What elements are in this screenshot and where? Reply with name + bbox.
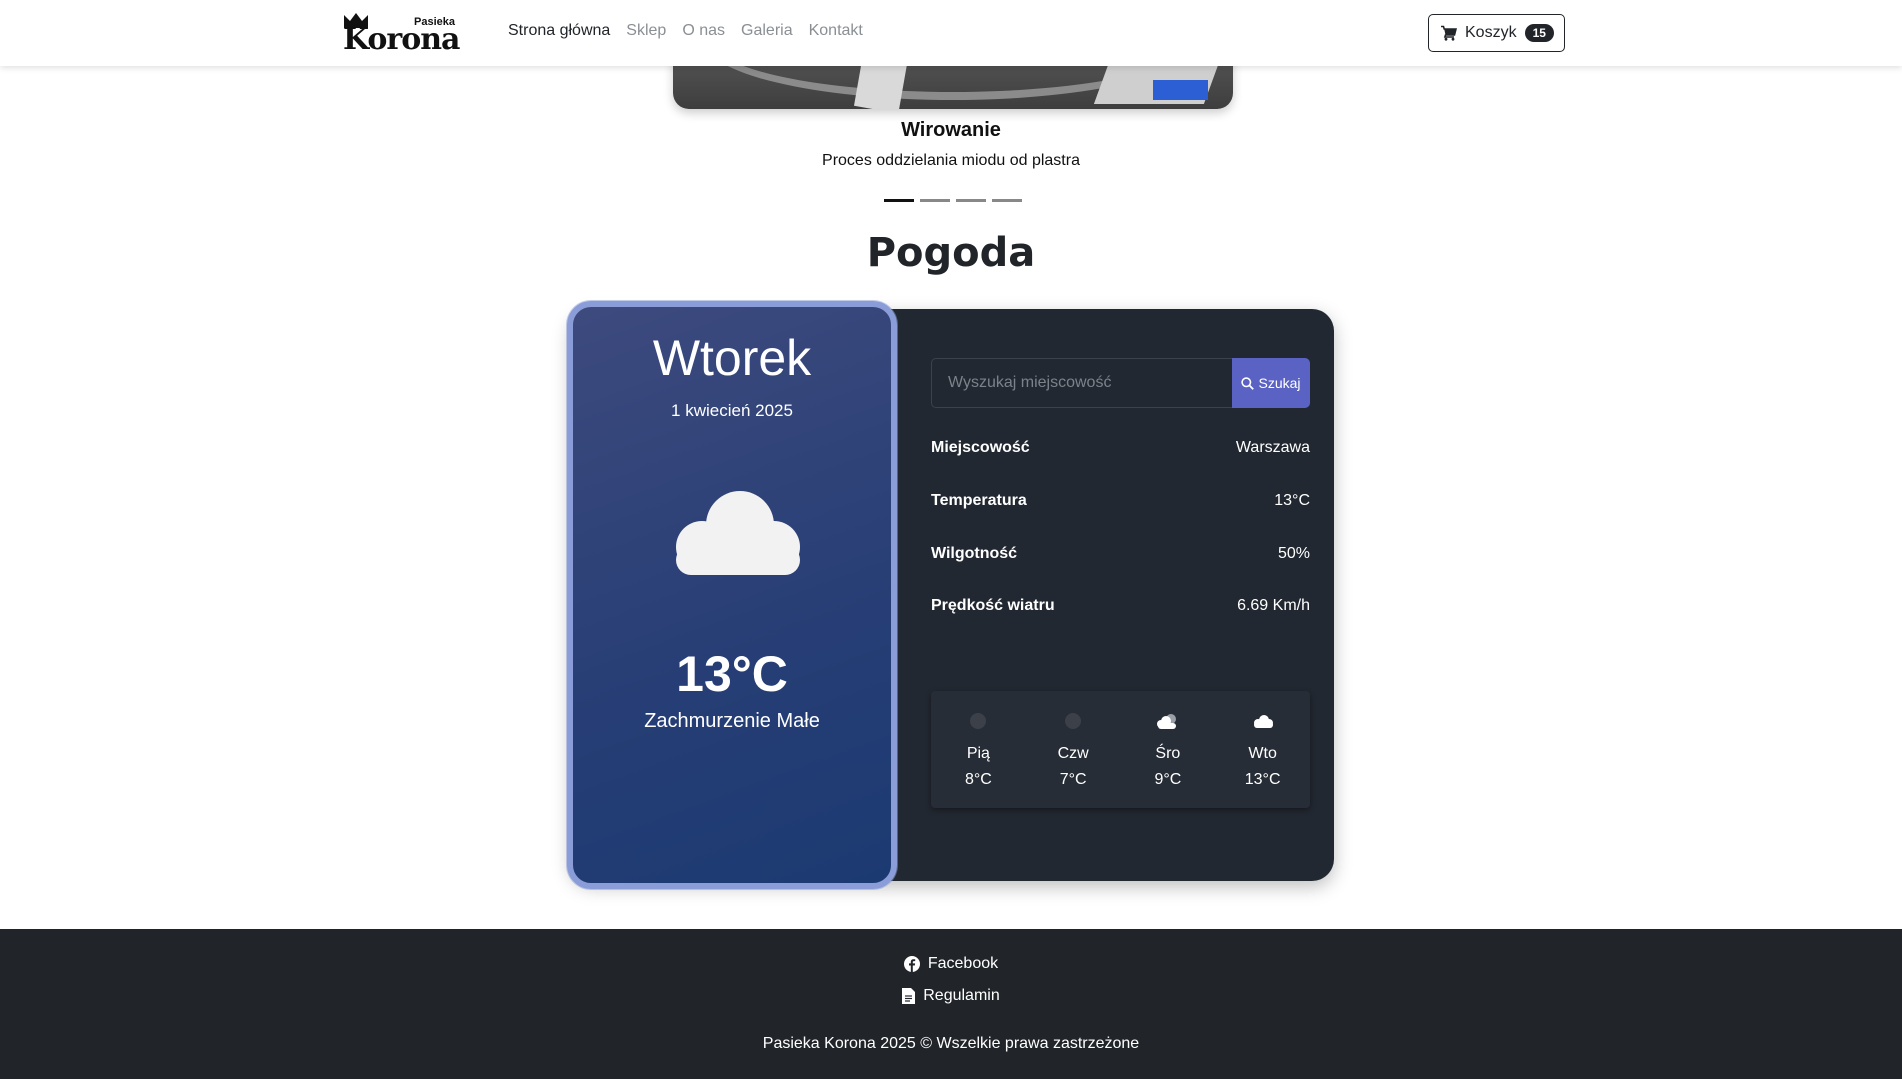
terms-link[interactable]: Regulamin [0,987,1902,1005]
detail-value: 50% [1277,545,1310,562]
weather-section-title: Pogoda [866,230,1036,276]
detail-key: Wilgotność [931,545,1018,562]
carousel-caption-subtitle: Proces oddzielania miodu od plastra [822,152,1080,169]
brand-name: Korona [343,22,460,57]
forecast-day: Śro [1155,745,1181,762]
facebook-link[interactable]: Facebook [0,955,1902,973]
forecast-temp: 7°C [1059,771,1087,788]
nav-links: Strona główna Sklep O nas Galeria Kontak… [508,22,863,40]
forecast-day: Pią [966,745,990,762]
brand-logo[interactable]: Pasieka Korona [343,10,461,56]
forecast-temp: 8°C [964,771,992,788]
forecast-item: Pią 8°C [931,691,1026,808]
footer: Facebook Regulamin Pasieka Korona 2025 ©… [0,929,1902,1079]
detail-key: Miejscowość [931,439,1030,456]
cart-icon [1441,25,1457,41]
nav-link-gallery[interactable]: Galeria [741,22,793,40]
detail-value: 13°C [1274,492,1310,509]
navbar: Pasieka Korona Strona główna Sklep O nas… [0,0,1902,66]
cart-count-badge: 15 [1524,24,1554,42]
current-description: Zachmurzenie Małe [644,710,820,732]
forecast-day: Czw [1057,745,1089,762]
forecast-day: Wto [1248,745,1277,762]
terms-label: Regulamin [923,987,1000,1004]
carousel-indicator-4[interactable] [992,199,1022,202]
forecast-item: Czw 7°C [1026,691,1121,808]
weather-current-panel: Wtorek 1 kwiecień 2025 13°C Zachmurzenie… [567,301,897,889]
facebook-label: Facebook [927,955,999,972]
forecast-strip: Pią 8°C Czw 7°C Śro 9°C Wto 13°C [931,691,1310,808]
forecast-item: Wto 13°C [1215,691,1310,808]
dot-icon [1065,713,1082,729]
forecast-temp: 9°C [1154,771,1182,788]
cloud-icon [676,491,800,575]
carousel-indicator-1[interactable] [884,199,914,202]
current-date: 1 kwiecień 2025 [671,401,793,420]
search-icon [1241,376,1255,390]
carousel-caption-title: Wirowanie [901,119,1001,141]
document-icon [902,988,916,1004]
nav-link-home[interactable]: Strona główna [508,22,610,40]
detail-value: Warszawa [1235,439,1310,456]
forecast-temp: 13°C [1244,771,1281,788]
nav-link-shop[interactable]: Sklep [626,22,666,40]
carousel-indicators [884,199,1022,202]
forecast-item: Śro 9°C [1121,691,1216,808]
search-button[interactable]: Szukaj [1232,358,1310,408]
sun-cloud-icon [1156,714,1176,729]
current-day-name: Wtorek [652,330,812,386]
city-search-input[interactable] [931,358,1232,408]
search-button-label: Szukaj [1258,375,1301,391]
nav-link-about[interactable]: O nas [682,22,725,40]
cart-label: Koszyk [1465,24,1517,41]
cart-button[interactable]: Koszyk 15 [1428,14,1565,52]
detail-row-city: Miejscowość Warszawa [931,439,1310,457]
detail-row-humidity: Wilgotność 50% [931,545,1310,563]
detail-key: Prędkość wiatru [931,597,1055,614]
copyright-text: Pasieka Korona 2025 © Wszelkie prawa zas… [762,1035,1140,1052]
current-temperature: 13°C [676,646,788,702]
cloud-icon [1253,715,1273,728]
detail-key: Temperatura [931,492,1027,509]
facebook-icon [903,956,920,972]
detail-row-temperature: Temperatura 13°C [931,492,1310,510]
carousel-indicator-3[interactable] [956,199,986,202]
city-search: Szukaj [931,358,1310,408]
detail-value: 6.69 Km/h [1237,597,1310,614]
dot-icon [970,713,987,729]
detail-row-wind: Prędkość wiatru 6.69 Km/h [931,597,1310,615]
nav-link-contact[interactable]: Kontakt [809,22,863,40]
carousel-indicator-2[interactable] [920,199,950,202]
